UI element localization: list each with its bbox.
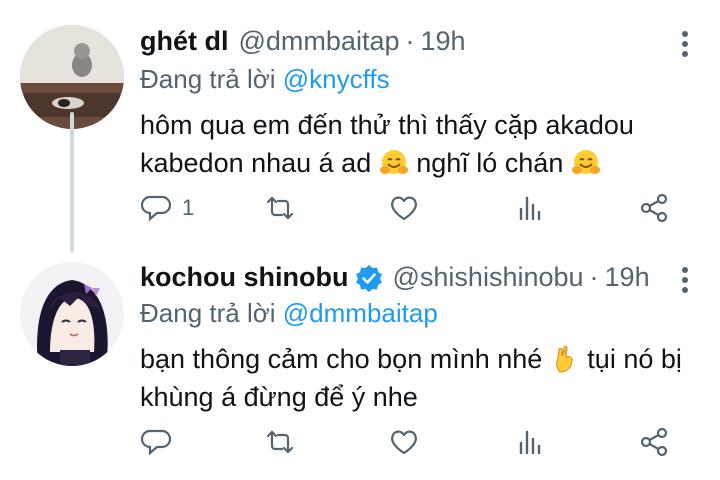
display-name[interactable]: ghét dl [140,26,229,57]
verified-badge-icon [355,264,382,292]
replying-to-label: Đang trả lời [140,298,283,328]
more-options-icon[interactable] [680,30,690,58]
tweet-text: bạn thông cảm cho bọn mình nhé tụi nó bị… [140,340,700,416]
views-icon [519,196,541,221]
user-handle[interactable]: @dmmbaitap [239,26,400,57]
display-name[interactable]: kochou shinobu [140,262,349,293]
reply-count: 1 [182,195,195,220]
views-icon [519,430,541,455]
views-button[interactable] [514,426,546,458]
tweet-actions [140,426,680,460]
separator-dot: · [589,262,599,292]
replying-to: Đang trả lời @knycffs [140,64,390,95]
tweet-actions: 1 [140,192,680,226]
mention-link[interactable]: @knycffs [283,64,390,94]
separator-dot: · [405,26,415,56]
mention-link[interactable]: @dmmbaitap [283,298,438,328]
views-button[interactable] [514,192,546,224]
retweet-button[interactable] [264,426,296,458]
share-button[interactable] [638,426,670,458]
replying-to-label: Đang trả lời [140,64,283,94]
hugging-face-icon [379,150,408,174]
tweet-text-part: nghĩ ló chán [408,148,571,178]
heart-icon [391,430,417,455]
tweet[interactable]: ghét dl @dmmbaitap · 19h Đang trả lời @k… [0,0,720,252]
reply-button[interactable] [140,426,182,458]
reply-icon [140,195,172,222]
timestamp[interactable]: 19h [420,26,465,57]
avatar[interactable] [20,262,124,366]
tweet-text-part: bạn thông cảm cho bọn mình nhé [140,344,550,374]
reply-button[interactable]: 1 [140,192,194,224]
share-icon [640,427,668,457]
share-icon [640,193,668,223]
heart-icon [391,196,417,221]
like-button[interactable] [388,426,420,458]
hugging-face-icon [571,150,600,174]
crossed-fingers-icon [555,345,573,373]
tweet-text: hôm qua em đến thử thì thấy cặp akadou k… [140,106,700,182]
retweet-icon [266,430,294,454]
retweet-button[interactable] [264,192,296,224]
user-handle[interactable]: @shishishinobu [393,262,584,293]
reply-icon [140,429,172,456]
tweet[interactable]: kochou shinobu @shishishinobu · 19h Đang… [0,250,720,480]
share-button[interactable] [638,192,670,224]
tweet-header: ghét dl @dmmbaitap · 19h [140,26,466,57]
replying-to: Đang trả lời @dmmbaitap [140,298,438,329]
retweet-icon [266,196,294,220]
tweet-header: kochou shinobu @shishishinobu · 19h [140,262,650,293]
more-options-icon[interactable] [680,266,690,294]
like-button[interactable] [388,192,420,224]
thread-line [70,112,74,252]
timestamp[interactable]: 19h [605,262,650,293]
